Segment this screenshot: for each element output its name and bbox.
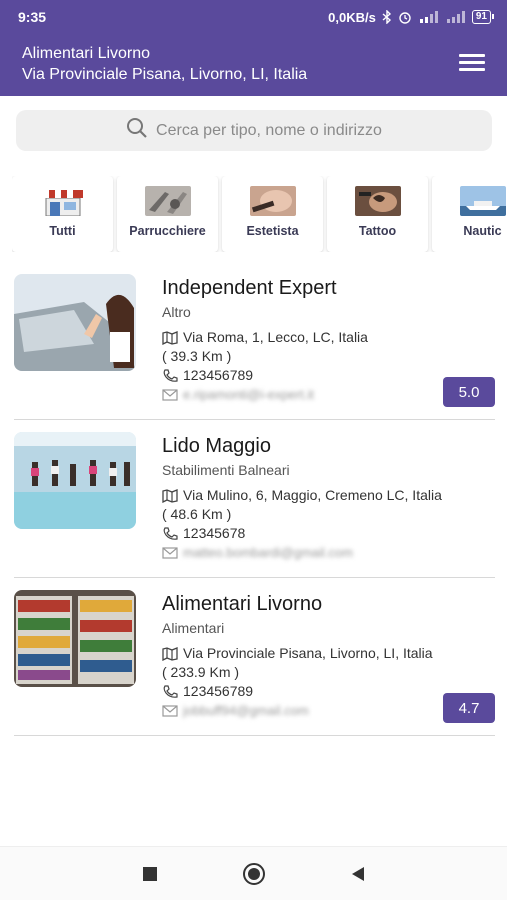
map-icon: [162, 330, 178, 345]
listing-category: Stabilimenti Balneari: [162, 462, 290, 478]
email-icon: [162, 704, 178, 717]
business-list: Independent Expert Altro Via Roma, 1, Le…: [14, 262, 495, 736]
listing-category: Alimentari: [162, 620, 225, 636]
listing-address-row: Via Provinciale Pisana, Livorno, LI, Ita…: [162, 644, 495, 663]
category-tutti[interactable]: Tutti: [12, 176, 113, 252]
listing-address: Via Roma, 1, Lecco, LC, Italia: [183, 329, 368, 345]
recents-button[interactable]: [98, 866, 202, 882]
net-speed: 0,0KB/s: [328, 9, 376, 25]
category-nautic[interactable]: Nautic: [432, 176, 507, 252]
hamburger-icon-line: [459, 54, 485, 57]
business-photo: [14, 274, 136, 371]
listing-name: Alimentari Livorno: [162, 593, 323, 615]
listing-phone: 12345678: [183, 525, 246, 541]
home-button[interactable]: [202, 862, 306, 886]
signal-icon: [418, 11, 440, 23]
email-icon: [162, 388, 178, 401]
listing-address: Via Provinciale Pisana, Livorno, LI, Ita…: [183, 645, 433, 661]
status-icons: 0,0KB/s 91: [328, 9, 495, 25]
listing-phone: 123456789: [183, 683, 254, 699]
category-label: Tattoo: [358, 224, 397, 238]
header-title: Alimentari Livorno: [22, 45, 151, 62]
listing-phone-row[interactable]: 12345678: [162, 524, 495, 543]
bluetooth-icon: [382, 10, 392, 24]
search-input[interactable]: Cerca per tipo, nome o indirizzo: [16, 110, 492, 151]
listing-email: jobbuff94@gmail.com: [183, 703, 309, 718]
list-item[interactable]: Independent Expert Altro Via Roma, 1, Le…: [14, 262, 495, 420]
alarm-icon: [398, 10, 412, 24]
category-label: Parrucchiere: [129, 224, 206, 238]
back-triangle-icon: [351, 866, 364, 881]
listing-phone: 123456789: [183, 367, 254, 383]
hamburger-icon-line: [459, 68, 485, 71]
home-circle-icon: [242, 862, 265, 885]
phone-icon: [163, 684, 178, 698]
listing-name: Independent Expert: [162, 277, 337, 299]
map-icon: [162, 488, 178, 503]
email-icon: [162, 546, 178, 559]
listing-name: Lido Maggio: [162, 435, 271, 457]
square-icon: [142, 866, 157, 881]
search-icon: [126, 117, 148, 144]
listing-distance: ( 233.9 Km ): [162, 664, 240, 680]
rating-badge: 4.7: [443, 693, 495, 723]
category-label: Tutti: [49, 224, 76, 238]
listing-info: Lido Maggio Stabilimenti Balneari Via Mu…: [162, 434, 495, 562]
listing-distance: ( 39.3 Km ): [162, 348, 232, 364]
category-label: Estetista: [246, 224, 299, 238]
listing-email-row[interactable]: matteo.bombardi@gmail.com: [162, 543, 495, 562]
listing-address-row: Via Roma, 1, Lecco, LC, Italia: [162, 328, 495, 347]
category-label: Nautic: [463, 224, 502, 238]
listing-address-row: Via Mulino, 6, Maggio, Cremeno LC, Itali…: [162, 486, 495, 505]
listing-category: Altro: [162, 304, 191, 320]
category-carousel[interactable]: Tutti Parrucchiere Estetista Tattoo Naut…: [12, 176, 507, 252]
status-bar: 9:35 0,0KB/s 91: [0, 0, 507, 34]
business-photo: [14, 432, 136, 529]
menu-button[interactable]: [459, 54, 485, 74]
phone-icon: [163, 368, 178, 382]
search-placeholder: Cerca per tipo, nome o indirizzo: [156, 121, 382, 139]
list-item[interactable]: Alimentari Livorno Alimentari Via Provin…: [14, 578, 495, 736]
shop-icon: [42, 190, 83, 216]
category-tattoo[interactable]: Tattoo: [327, 176, 428, 252]
status-time: 9:35: [18, 9, 47, 25]
category-estetista[interactable]: Estetista: [222, 176, 323, 252]
back-button[interactable]: [306, 866, 410, 882]
beautician-image: [249, 186, 296, 216]
boat-image: [459, 186, 506, 216]
hamburger-icon-line: [459, 61, 485, 64]
hairdresser-image: [144, 186, 191, 216]
tattoo-image: [354, 186, 401, 216]
rating-badge: 5.0: [443, 377, 495, 407]
listing-address: Via Mulino, 6, Maggio, Cremeno LC, Itali…: [183, 487, 442, 503]
map-icon: [162, 646, 178, 661]
phone-icon: [163, 526, 178, 540]
battery-icon: 91: [471, 10, 495, 24]
listing-email: matteo.bombardi@gmail.com: [183, 545, 353, 560]
signal-icon-2: [446, 11, 466, 23]
header-subtitle: Via Provinciale Pisana, Livorno, LI, Ita…: [22, 66, 308, 83]
list-item[interactable]: Lido Maggio Stabilimenti Balneari Via Mu…: [14, 420, 495, 578]
system-nav-bar: [0, 846, 507, 900]
listing-email: e.ripamonti@i-expert.it: [183, 387, 314, 402]
category-parrucchiere[interactable]: Parrucchiere: [117, 176, 218, 252]
listing-distance: ( 48.6 Km ): [162, 506, 232, 522]
app-bar: Alimentari Livorno Via Provinciale Pisan…: [0, 34, 507, 96]
business-photo: [14, 590, 136, 687]
